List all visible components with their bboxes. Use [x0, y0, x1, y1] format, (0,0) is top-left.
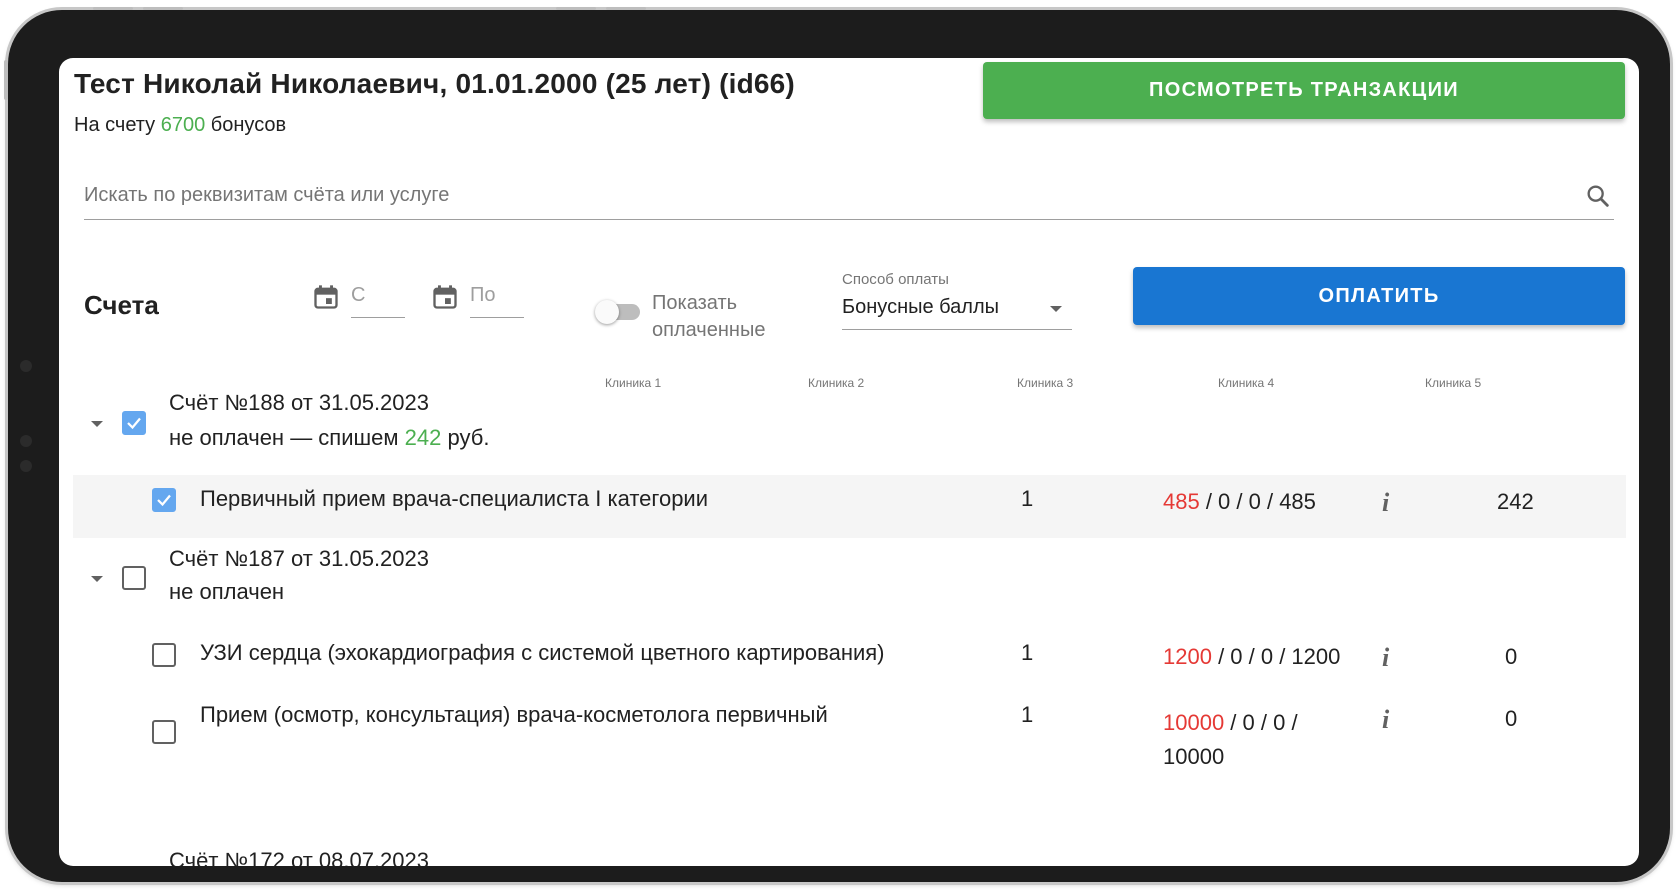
- balance-prefix: На счету: [74, 114, 156, 136]
- status-currency: руб.: [447, 425, 490, 450]
- column-header: Клиника 2: [808, 376, 865, 390]
- show-paid-label: Показать оплаченные: [652, 290, 802, 344]
- section-title: Счета: [84, 290, 159, 320]
- service-price: 485 / 0 / 0 / 485: [1163, 489, 1316, 515]
- status-amount: 242: [404, 425, 442, 450]
- search-icon[interactable]: [1584, 182, 1612, 210]
- balance-amount: 6700: [160, 114, 206, 136]
- service-checkbox[interactable]: [152, 720, 176, 744]
- payment-method-value[interactable]: Бонусные баллы: [842, 296, 999, 319]
- search-field[interactable]: Искать по реквизитам счёта или услуге: [84, 170, 1614, 220]
- invoice-title: Счёт №187 от 31.05.2023: [169, 546, 429, 571]
- service-checkbox[interactable]: [152, 488, 176, 512]
- status-text: не оплачен — спишем: [169, 425, 399, 450]
- payment-method-label: Способ оплаты: [842, 271, 949, 288]
- service-qty: 1: [1021, 640, 1034, 665]
- check-icon: [157, 494, 171, 507]
- date-to-input[interactable]: По: [470, 278, 524, 318]
- chevron-down-icon[interactable]: [91, 421, 103, 427]
- top-button: [556, 7, 596, 10]
- info-icon[interactable]: i: [1382, 705, 1389, 735]
- top-button: [606, 7, 646, 10]
- camera-dot: [20, 435, 32, 447]
- bonus-amount: 0: [1505, 706, 1518, 731]
- price-breakdown: / 0 / 0 / 485: [1199, 489, 1316, 514]
- bonus-amount: 242: [1497, 489, 1534, 514]
- column-header: Клиника 3: [1017, 376, 1074, 390]
- calendar-icon[interactable]: [431, 283, 459, 311]
- invoice-status: не оплачен: [169, 579, 285, 604]
- service-qty: 1: [1021, 486, 1034, 511]
- service-name: УЗИ сердца (эхокардиография с системой ц…: [200, 640, 885, 665]
- invoice-checkbox[interactable]: [122, 411, 146, 435]
- camera-dot: [20, 460, 32, 472]
- top-button: [143, 7, 183, 10]
- toggle-thumb[interactable]: [595, 300, 619, 324]
- toggle-label-line: Показать: [652, 292, 738, 314]
- service-name: Прием (осмотр, консультация) врача-косме…: [200, 702, 828, 727]
- price-main: 1200: [1163, 644, 1212, 669]
- top-button: [93, 7, 133, 10]
- service-qty: 1: [1021, 702, 1034, 727]
- chevron-down-icon[interactable]: [91, 576, 103, 582]
- price-main: 10000: [1163, 710, 1225, 735]
- column-header: Клиника 1: [605, 376, 662, 390]
- check-icon: [127, 417, 141, 430]
- balance-suffix: бонусов: [210, 114, 287, 136]
- info-icon[interactable]: i: [1382, 643, 1389, 673]
- price-line: 10000 / 0 / 0 /: [1163, 706, 1298, 740]
- price-line-2: 10000: [1163, 744, 1225, 769]
- column-header: Клиника 5: [1425, 376, 1482, 390]
- invoice-checkbox[interactable]: [122, 566, 146, 590]
- service-checkbox[interactable]: [152, 643, 176, 667]
- payment-method-select[interactable]: Бонусные баллы: [842, 290, 1072, 330]
- tablet-frame: Тест Николай Николаевич, 01.01.2000 (25 …: [4, 7, 1670, 882]
- column-header: Клиника 4: [1218, 376, 1275, 390]
- price-breakdown: / 0 / 0 /: [1224, 710, 1298, 735]
- bonus-amount: 0: [1505, 644, 1518, 669]
- app-screen: Тест Николай Николаевич, 01.01.2000 (25 …: [59, 58, 1639, 866]
- calendar-icon[interactable]: [312, 283, 340, 311]
- price-main: 485: [1163, 489, 1200, 514]
- invoice-title: Счёт №188 от 31.05.2023: [169, 390, 429, 415]
- date-from-input[interactable]: С: [351, 278, 405, 318]
- toggle-label-line: оплаченные: [652, 319, 766, 341]
- dropdown-arrow-icon[interactable]: [1050, 306, 1062, 312]
- patient-title: Тест Николай Николаевич, 01.01.2000 (25 …: [74, 68, 795, 99]
- service-name: Первичный прием врача-специалиста I кате…: [200, 486, 709, 511]
- price-breakdown: / 0 / 0 / 1200: [1211, 644, 1341, 669]
- search-input[interactable]: Искать по реквизитам счёта или услуге: [84, 184, 449, 207]
- side-button: [4, 60, 8, 100]
- pay-button[interactable]: ОПЛАТИТЬ: [1133, 267, 1625, 325]
- service-price: 10000 / 0 / 0 / 10000: [1163, 706, 1298, 774]
- invoice-title: Счёт №172 от 08.07.2023: [169, 848, 429, 866]
- bonus-balance: На счету 6700 бонусов: [74, 114, 286, 137]
- camera-dot: [20, 360, 32, 372]
- info-icon[interactable]: i: [1382, 488, 1389, 518]
- view-transactions-button[interactable]: ПОСМОТРЕТЬ ТРАНЗАКЦИИ: [983, 62, 1625, 119]
- service-price: 1200 / 0 / 0 / 1200: [1163, 644, 1340, 670]
- invoice-status: не оплачен — спишем 242 руб.: [169, 425, 489, 451]
